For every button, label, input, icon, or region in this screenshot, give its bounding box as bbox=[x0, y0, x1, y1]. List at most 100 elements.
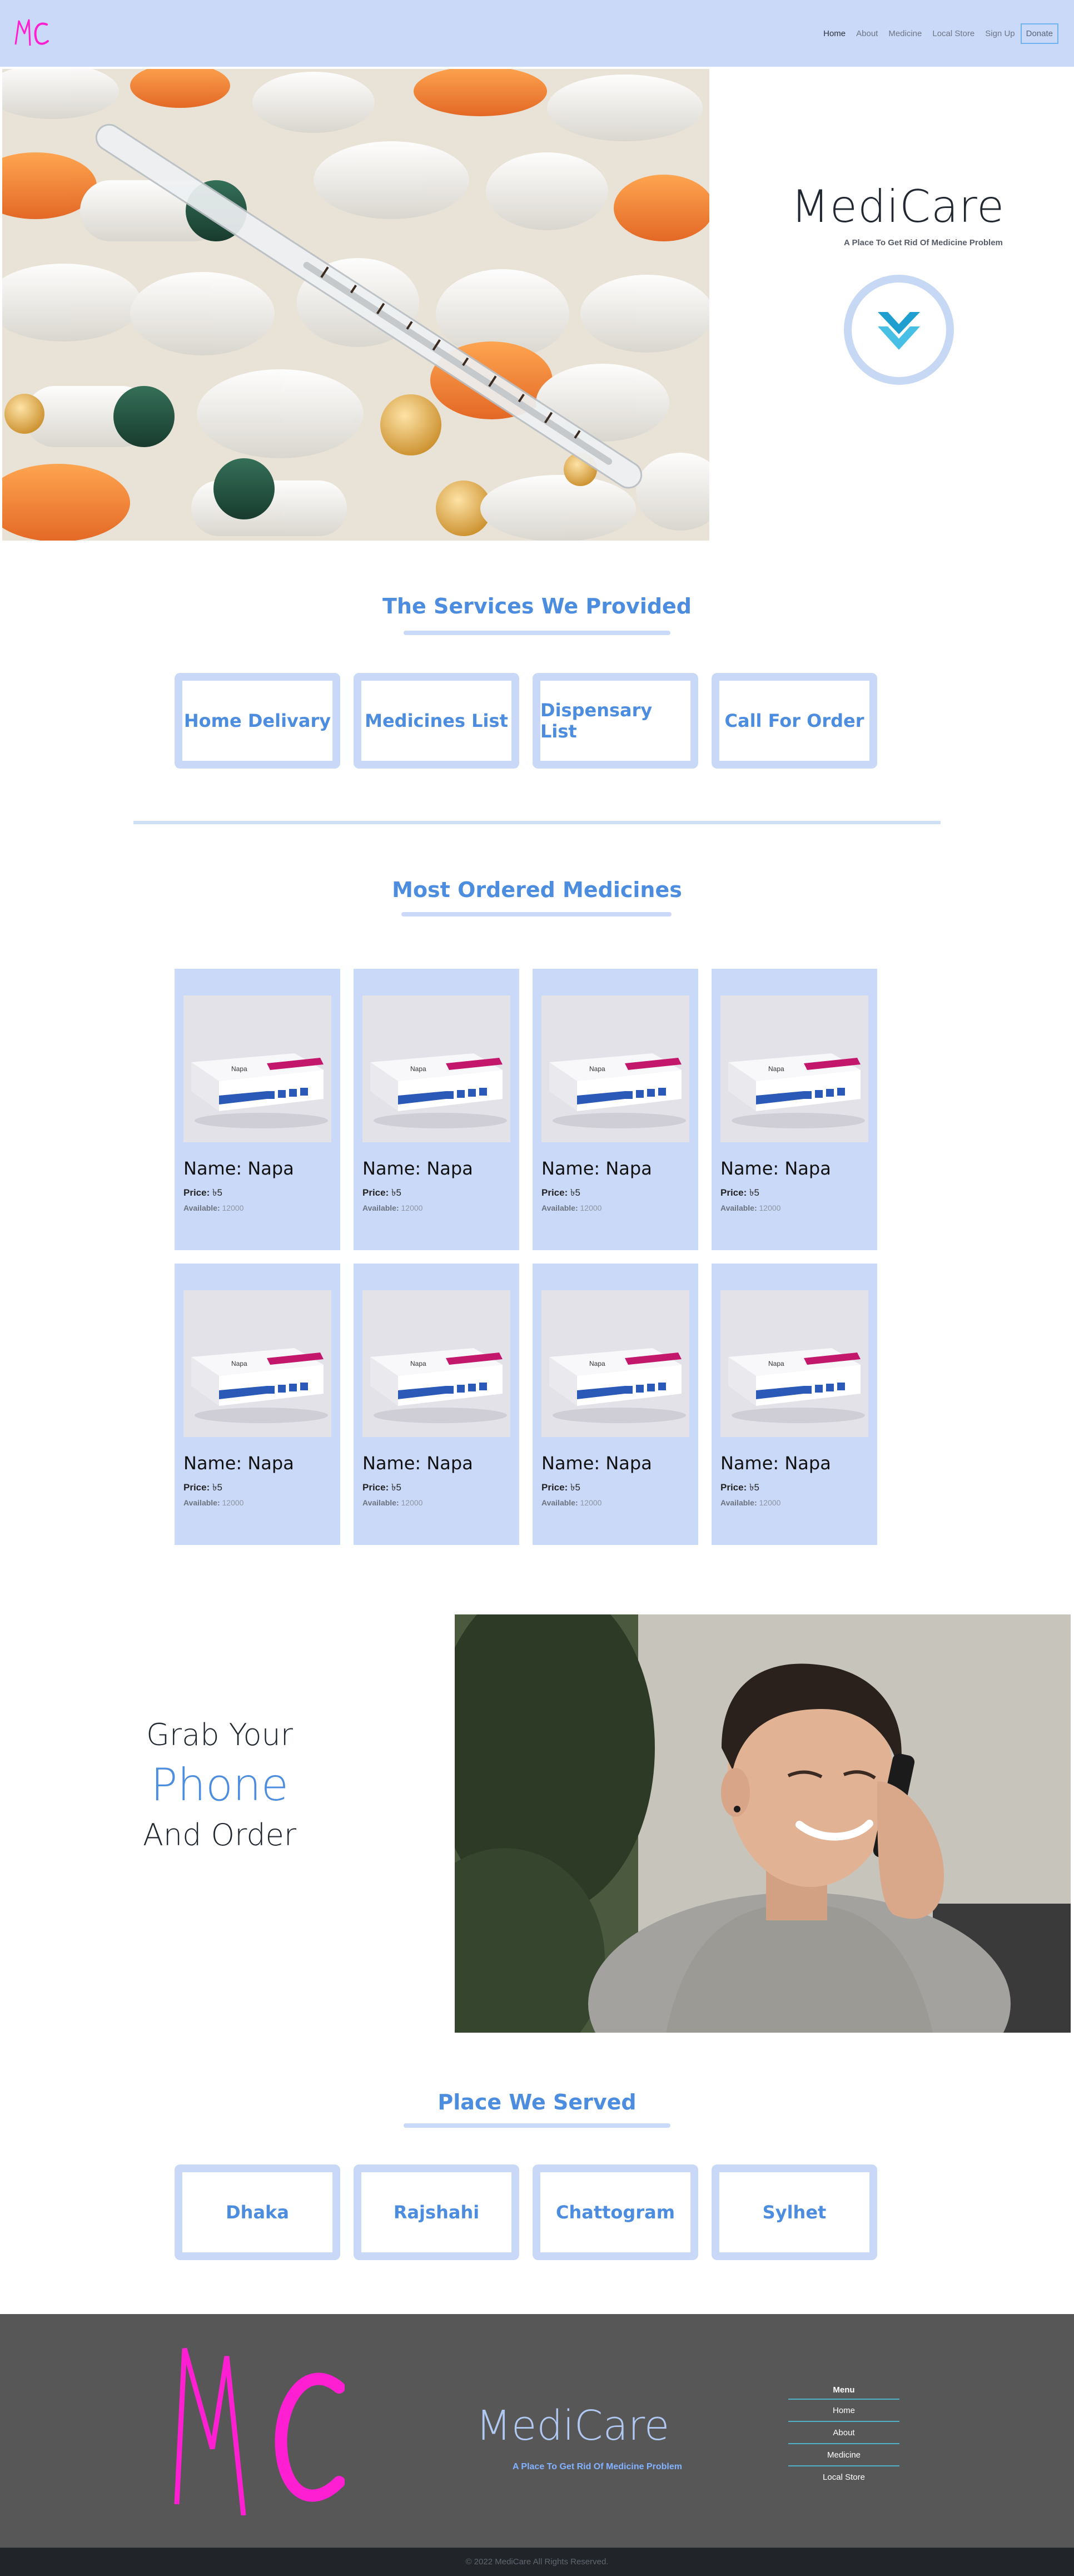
donate-button[interactable]: Donate bbox=[1020, 23, 1058, 44]
napa-box-illustration: Napa bbox=[541, 995, 689, 1142]
medicine-box-label: Napa bbox=[410, 1360, 426, 1368]
medicine-available-value: 12000 bbox=[759, 1203, 781, 1212]
napa-box-illustration: Napa bbox=[541, 1290, 689, 1437]
medicine-box-image: Napa bbox=[720, 1290, 868, 1437]
grab-phone-text: Grab Your Phone And Order bbox=[128, 1712, 311, 1859]
section-divider bbox=[133, 821, 941, 824]
footer-link-local-store[interactable]: Local Store bbox=[788, 2466, 899, 2489]
places-heading-underline bbox=[404, 2123, 670, 2128]
medicine-availability: Available: 12000 bbox=[362, 1203, 423, 1212]
napa-box-illustration: Napa bbox=[720, 995, 868, 1142]
medicine-card[interactable]: Napa Name: Napa Price: ৳5 Available: 120… bbox=[354, 1264, 519, 1545]
hero-subtitle: A Place To Get Rid Of Medicine Problem bbox=[844, 238, 1003, 247]
medicine-box-label: Napa bbox=[231, 1360, 247, 1368]
medicine-name: Name: Napa bbox=[541, 1158, 652, 1179]
medicine-name: Name: Napa bbox=[720, 1453, 831, 1474]
service-medicines-list[interactable]: Medicines List bbox=[354, 673, 519, 769]
medicine-box-image: Napa bbox=[362, 995, 510, 1142]
medicine-available-value: 12000 bbox=[580, 1203, 602, 1212]
medicine-name: Name: Napa bbox=[541, 1453, 652, 1474]
medicine-price: Price: ৳5 bbox=[183, 1187, 222, 1198]
nav-link-sign-up[interactable]: Sign Up bbox=[985, 29, 1015, 38]
footer-medicare-logo[interactable] bbox=[172, 2343, 345, 2515]
medicine-price: Price: ৳5 bbox=[541, 1482, 580, 1493]
medicine-available-value: 12000 bbox=[401, 1498, 423, 1507]
nav-link-local-store[interactable]: Local Store bbox=[932, 29, 974, 38]
medicine-price: Price: ৳5 bbox=[541, 1187, 580, 1198]
medicine-box-image: Napa bbox=[183, 995, 331, 1142]
medicine-box-image: Napa bbox=[720, 995, 868, 1142]
hero-title: MediCare bbox=[790, 181, 1005, 232]
medicine-box-label: Napa bbox=[768, 1360, 784, 1368]
medicine-price: Price: ৳5 bbox=[183, 1482, 222, 1493]
navbar: Home About Medicine Local Store Sign Up … bbox=[0, 0, 1074, 67]
medicine-availability: Available: 12000 bbox=[362, 1498, 423, 1507]
service-dispensary-list[interactable]: Dispensary List bbox=[533, 673, 698, 769]
footer-link-home[interactable]: Home bbox=[788, 2400, 899, 2422]
medicine-card[interactable]: Napa Name: Napa Price: ৳5 Available: 120… bbox=[175, 969, 340, 1250]
footer-menu-title: Menu bbox=[788, 2385, 899, 2400]
medicine-availability: Available: 12000 bbox=[183, 1498, 244, 1507]
medicine-card[interactable]: Napa Name: Napa Price: ৳5 Available: 120… bbox=[712, 1264, 877, 1545]
medicine-box-image: Napa bbox=[183, 1290, 331, 1437]
nav-link-medicine[interactable]: Medicine bbox=[888, 29, 922, 38]
medicine-price: Price: ৳5 bbox=[362, 1482, 401, 1493]
pills-thermometer-illustration bbox=[2, 69, 709, 541]
napa-box-illustration: Napa bbox=[183, 995, 331, 1142]
medicine-card[interactable]: Napa Name: Napa Price: ৳5 Available: 120… bbox=[533, 1264, 698, 1545]
services-heading-underline bbox=[404, 631, 670, 635]
hero-badge bbox=[844, 275, 954, 385]
footer: MediCare A Place To Get Rid Of Medicine … bbox=[0, 2314, 1074, 2548]
napa-box-illustration: Napa bbox=[183, 1290, 331, 1437]
medicine-available-value: 12000 bbox=[401, 1203, 423, 1212]
woman-phone-illustration bbox=[455, 1614, 1071, 2033]
medicine-card[interactable]: Napa Name: Napa Price: ৳5 Available: 120… bbox=[175, 1264, 340, 1545]
medicine-price-value: ৳5 bbox=[749, 1482, 759, 1493]
nav-link-about[interactable]: About bbox=[856, 29, 878, 38]
footer-link-about[interactable]: About bbox=[788, 2422, 899, 2444]
medicine-card[interactable]: Napa Name: Napa Price: ৳5 Available: 120… bbox=[712, 969, 877, 1250]
footer-subtitle: A Place To Get Rid Of Medicine Problem bbox=[513, 2462, 682, 2471]
medicine-name: Name: Napa bbox=[720, 1158, 831, 1179]
medicine-name: Name: Napa bbox=[183, 1453, 294, 1474]
grab-line-3: And Order bbox=[142, 1817, 297, 1852]
footer-menu: Menu Home About Medicine Local Store bbox=[788, 2385, 899, 2489]
double-chevron-down-icon bbox=[878, 312, 920, 350]
places-heading: Place We Served bbox=[437, 2090, 637, 2114]
medicine-price-value: ৳5 bbox=[570, 1482, 580, 1493]
medicine-box-label: Napa bbox=[231, 1065, 247, 1073]
medicine-price: Price: ৳5 bbox=[720, 1187, 759, 1198]
service-home-delivery[interactable]: Home Delivary bbox=[175, 673, 340, 769]
medicine-box-label: Napa bbox=[410, 1065, 426, 1073]
copyright-bar: © 2022 MediCare All Rights Reserved. bbox=[0, 2548, 1074, 2576]
nav-link-home[interactable]: Home bbox=[823, 29, 846, 38]
medicine-card[interactable]: Napa Name: Napa Price: ৳5 Available: 120… bbox=[533, 969, 698, 1250]
medicine-availability: Available: 12000 bbox=[541, 1203, 602, 1212]
medicine-name: Name: Napa bbox=[183, 1158, 294, 1179]
place-sylhet[interactable]: Sylhet bbox=[712, 2164, 877, 2260]
medicine-available-value: 12000 bbox=[222, 1498, 244, 1507]
medicine-box-image: Napa bbox=[541, 1290, 689, 1437]
service-call-for-order[interactable]: Call For Order bbox=[712, 673, 877, 769]
medicine-price-value: ৳5 bbox=[749, 1187, 759, 1198]
medicine-available-value: 12000 bbox=[222, 1203, 244, 1212]
medicine-card[interactable]: Napa Name: Napa Price: ৳5 Available: 120… bbox=[354, 969, 519, 1250]
place-rajshahi[interactable]: Rajshahi bbox=[354, 2164, 519, 2260]
medicines-heading: Most Ordered Medicines bbox=[392, 878, 682, 902]
medicare-logo[interactable] bbox=[12, 14, 51, 51]
medicine-availability: Available: 12000 bbox=[541, 1498, 602, 1507]
medicine-available-value: 12000 bbox=[580, 1498, 602, 1507]
place-dhaka[interactable]: Dhaka bbox=[175, 2164, 340, 2260]
woman-on-phone-image bbox=[455, 1614, 1071, 2033]
medicine-price: Price: ৳5 bbox=[720, 1482, 759, 1493]
grab-line-2: Phone bbox=[151, 1759, 289, 1811]
hero-brand: MediCare bbox=[717, 181, 1074, 232]
footer-link-medicine[interactable]: Medicine bbox=[788, 2444, 899, 2466]
medicine-availability: Available: 12000 bbox=[183, 1203, 244, 1212]
medicine-price: Price: ৳5 bbox=[362, 1187, 401, 1198]
place-chattogram[interactable]: Chattogram bbox=[533, 2164, 698, 2260]
medicine-box-image: Napa bbox=[541, 995, 689, 1142]
napa-box-illustration: Napa bbox=[720, 1290, 868, 1437]
medicine-price-value: ৳5 bbox=[212, 1187, 222, 1198]
medicine-availability: Available: 12000 bbox=[720, 1498, 781, 1507]
